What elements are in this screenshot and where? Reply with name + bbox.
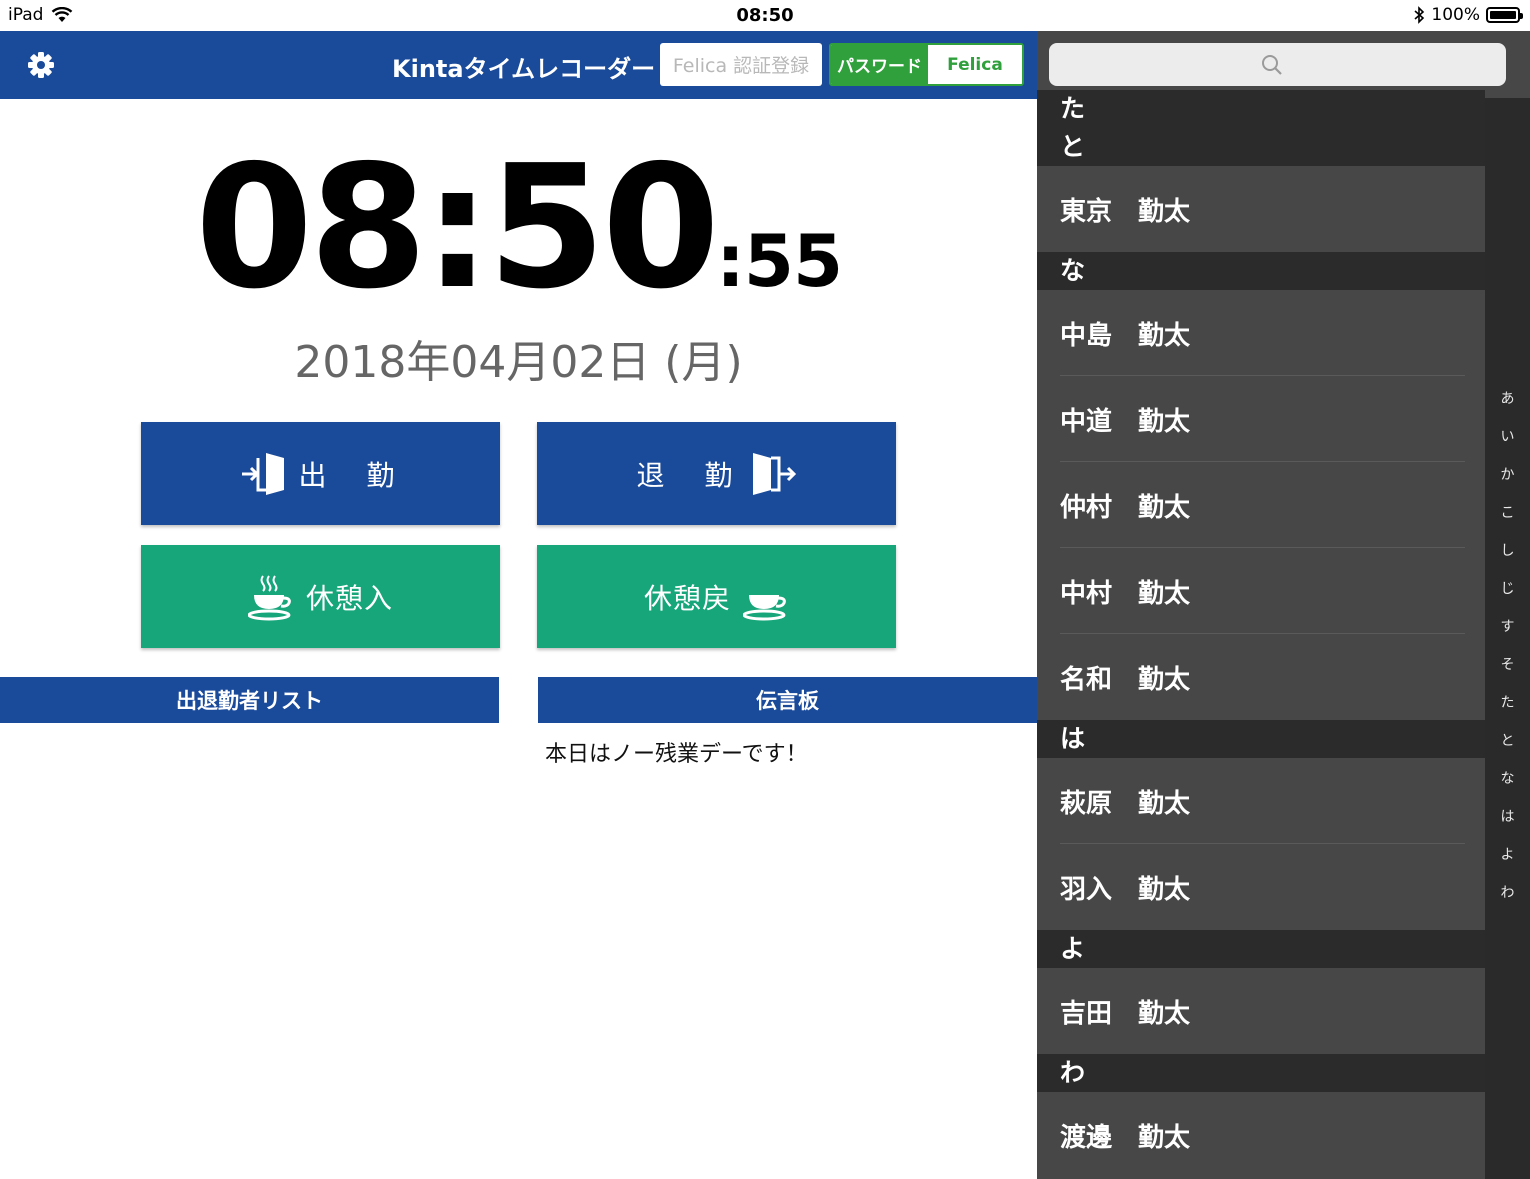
employee-row[interactable]: 中島 勤太: [1037, 290, 1485, 376]
message-board-header: 伝言板: [538, 677, 1037, 723]
employee-name: 中村 勤太: [1060, 578, 1191, 609]
index-letter[interactable]: あ: [1501, 380, 1515, 418]
employee-row[interactable]: 中道 勤太: [1037, 376, 1485, 462]
employee-name: 東京 勤太: [1060, 196, 1191, 227]
coffee-cup-icon: [247, 574, 291, 620]
auth-mode-toggle: パスワード Felica: [829, 43, 1024, 86]
index-letter[interactable]: い: [1501, 418, 1515, 456]
battery-icon: [1486, 7, 1523, 23]
index-letter[interactable]: な: [1501, 760, 1515, 798]
bluetooth-icon: [1414, 6, 1425, 24]
employee-row[interactable]: 仲村 勤太: [1037, 462, 1485, 548]
employee-name: 中島 勤太: [1060, 320, 1191, 351]
break-start-label: 休憩入: [305, 581, 393, 615]
status-right: 100%: [1413, 5, 1523, 25]
search-icon: [1262, 55, 1282, 75]
search-input[interactable]: [1049, 43, 1506, 86]
break-end-label: 休憩戻: [643, 581, 731, 615]
break-end-button[interactable]: 休憩戻: [537, 545, 896, 648]
index-letter[interactable]: た: [1501, 684, 1515, 722]
employee-row[interactable]: 名和 勤太: [1037, 634, 1485, 720]
felica-register-button[interactable]: Felica 認証登録: [660, 43, 822, 86]
app-header: Kintaタイムレコーダー Felica 認証登録 パスワード Felica: [0, 31, 1037, 99]
status-bar: iPad 08:50 100%: [0, 0, 1530, 31]
index-letter[interactable]: か: [1501, 456, 1515, 494]
index-letter[interactable]: そ: [1501, 646, 1515, 684]
coffee-cup-icon: [743, 594, 786, 620]
battery-percent: 100%: [1431, 5, 1480, 25]
employee-name: 吉田 勤太: [1060, 998, 1191, 1029]
section-header: よ: [1037, 930, 1485, 968]
clock-in-label: 出 勤: [298, 458, 401, 492]
employee-name: 萩原 勤太: [1060, 788, 1191, 819]
mode-felica-button[interactable]: Felica: [928, 45, 1022, 84]
employee-row[interactable]: 東京 勤太: [1037, 166, 1485, 252]
clock-seconds: :55: [716, 219, 843, 303]
index-letter[interactable]: し: [1501, 532, 1515, 570]
enter-door-icon: [242, 452, 285, 495]
date-display: 2018年04月02日 (月): [294, 337, 743, 388]
employee-name: 渡邊 勤太: [1060, 1122, 1191, 1153]
employee-row[interactable]: 萩原 勤太: [1037, 758, 1485, 844]
employee-name: 仲村 勤太: [1060, 492, 1191, 523]
app-title: Kintaタイムレコーダー: [392, 55, 656, 83]
clock-display: 08:50:55: [0, 143, 1037, 313]
section-index[interactable]: あいかこしじすそたとなはよわ: [1485, 380, 1530, 912]
clock-out-label: 退 勤: [636, 458, 739, 492]
clock-hours-minutes: 08:50: [194, 129, 720, 327]
message-board-text: 本日はノー残業デーです！: [545, 742, 808, 767]
section-header: な: [1037, 252, 1485, 290]
index-letter[interactable]: す: [1501, 608, 1515, 646]
mode-password-button[interactable]: パスワード: [831, 45, 928, 84]
employee-name: 羽入 勤太: [1060, 874, 1191, 905]
attendance-list-tab[interactable]: 出退勤者リスト: [0, 677, 499, 723]
exit-door-icon: [752, 452, 796, 495]
employee-name: 名和 勤太: [1060, 664, 1191, 695]
index-letter[interactable]: こ: [1501, 494, 1515, 532]
gear-icon[interactable]: [27, 51, 55, 79]
section-header: た: [1037, 90, 1485, 128]
index-letter[interactable]: と: [1501, 722, 1515, 760]
section-header: は: [1037, 720, 1485, 758]
break-start-button[interactable]: 休憩入: [141, 545, 500, 648]
section-header: わ: [1037, 1054, 1485, 1092]
index-letter[interactable]: わ: [1501, 874, 1515, 912]
employee-name: 中道 勤太: [1060, 406, 1191, 437]
status-time: 08:50: [736, 5, 794, 26]
employee-row[interactable]: 渡邊 勤太: [1037, 1092, 1485, 1178]
time-recorder-panel: Kintaタイムレコーダー Felica 認証登録 パスワード Felica 0…: [0, 31, 1037, 1179]
employee-row[interactable]: 中村 勤太: [1037, 548, 1485, 634]
index-letter[interactable]: じ: [1501, 570, 1515, 608]
index-letter[interactable]: は: [1501, 798, 1515, 836]
section-header: と: [1037, 128, 1485, 166]
clock-in-button[interactable]: 出 勤: [141, 422, 500, 525]
clock-out-button[interactable]: 退 勤: [537, 422, 896, 525]
employee-row[interactable]: 吉田 勤太: [1037, 968, 1485, 1054]
index-letter[interactable]: よ: [1501, 836, 1515, 874]
employee-row[interactable]: 羽入 勤太: [1037, 844, 1485, 930]
